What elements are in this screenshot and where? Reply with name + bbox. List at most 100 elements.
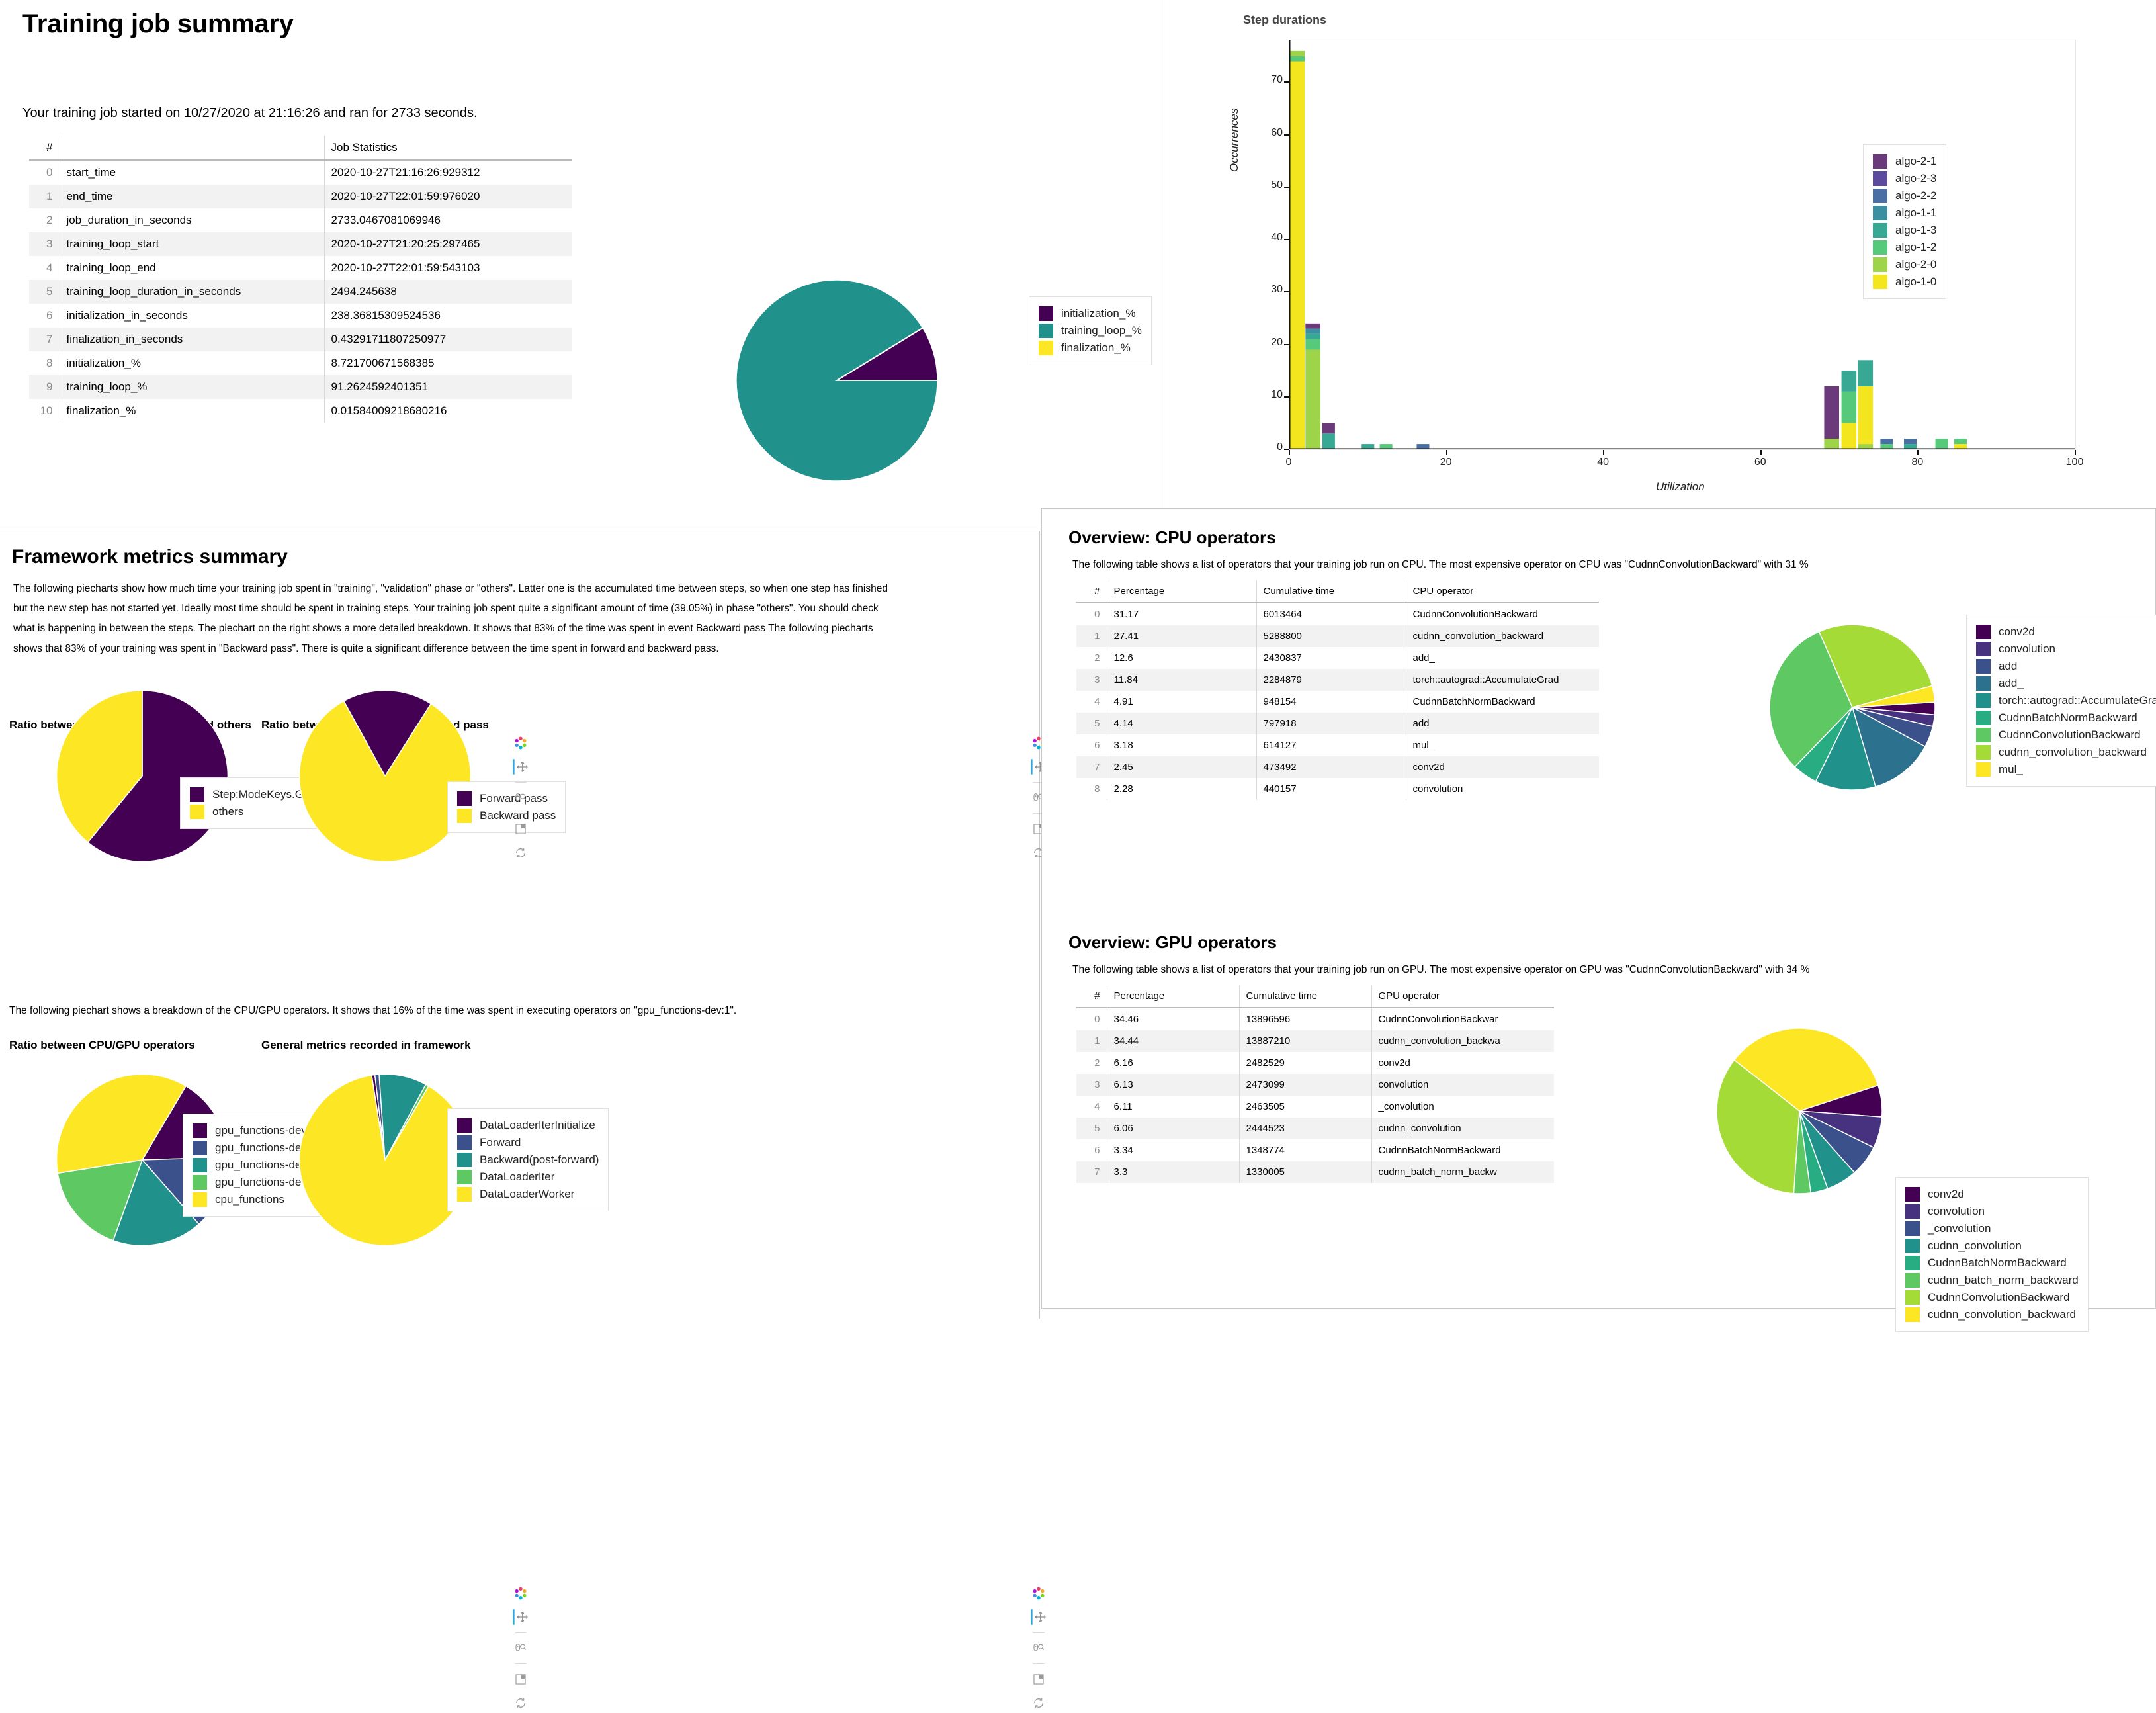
legend-item[interactable]: mul_ [1976, 762, 2156, 777]
histogram-bar-segment[interactable] [1322, 423, 1335, 434]
reset-icon[interactable] [513, 1695, 528, 1710]
save-icon[interactable] [513, 821, 528, 836]
histogram-bar-segment[interactable] [1824, 386, 1839, 439]
legend-item[interactable]: CudnnBatchNormBackward [1905, 1256, 2079, 1270]
histogram-bar-segment[interactable] [1305, 323, 1320, 329]
pan-icon[interactable] [1031, 1609, 1046, 1625]
reset-icon[interactable] [513, 845, 528, 860]
cell: cudnn_batch_norm_backw [1371, 1161, 1554, 1183]
cell: 31.17 [1113, 609, 1139, 620]
legend-item[interactable]: Forward pass [457, 791, 556, 806]
legend-item[interactable]: conv2d [1905, 1187, 2079, 1202]
legend-item[interactable]: algo-1-1 [1873, 206, 1936, 220]
histogram-bar-segment[interactable] [1841, 371, 1857, 392]
histogram-bar-segment[interactable] [1824, 439, 1839, 449]
cell: 34.44 [1113, 1035, 1139, 1047]
legend-item[interactable]: convolution [1976, 642, 2156, 656]
legend-item[interactable]: initialization_% [1039, 306, 1142, 321]
save-icon[interactable] [1031, 1671, 1046, 1687]
legend-item[interactable]: training_loop_% [1039, 324, 1142, 338]
histogram-bar-segment[interactable] [1305, 339, 1320, 350]
histogram-bar-segment[interactable] [1322, 433, 1335, 449]
legend-item[interactable]: add [1976, 659, 2156, 674]
legend-item[interactable]: CudnnConvolutionBackward [1976, 728, 2156, 742]
col-cumulative-time: Cumulative time [1256, 580, 1406, 603]
cpu-operators-piechart[interactable] [1763, 618, 1942, 797]
cell: start_time [66, 166, 116, 179]
cpu-operators-title: Overview: CPU operators [1068, 527, 1276, 547]
gpu-operators-piechart[interactable] [1710, 1022, 1889, 1200]
cell: 91.2624592401351 [323, 375, 572, 399]
table-row: 1 end_time 2020-10-27T22:01:59:976020 [29, 185, 572, 208]
histogram-bar-segment[interactable] [1858, 360, 1874, 386]
train-eval-piechart[interactable] [46, 680, 238, 872]
legend-color-swatch [1976, 693, 1991, 708]
legend-item[interactable]: DataLoaderIter [457, 1170, 599, 1184]
legend-item[interactable]: _convolution [1905, 1221, 2079, 1236]
x-tick-label: 20 [1440, 457, 1452, 468]
legend-item[interactable]: Forward [457, 1135, 599, 1150]
legend-item[interactable]: torch::autograd::AccumulateGrad [1976, 693, 2156, 708]
histogram-bar-segment[interactable] [1841, 423, 1857, 449]
histogram-bar-segment[interactable] [1880, 439, 1893, 445]
histogram-bar-segment[interactable] [1841, 391, 1857, 423]
bokeh-toolbar-cpugpu[interactable] [511, 1583, 531, 1713]
training-job-summary-panel: Training job summary Your training job s… [0, 0, 1164, 529]
histogram-bar-segment[interactable] [1935, 439, 1948, 449]
gpu-operators-paragraph: The following table shows a list of oper… [1072, 964, 1810, 975]
legend-label: DataLoaderIterInitialize [480, 1119, 595, 1131]
legend-item[interactable]: Backward pass [457, 809, 556, 823]
legend-item[interactable]: cudnn_convolution_backward [1905, 1307, 2079, 1322]
legend-item[interactable]: convolution [1905, 1204, 2079, 1219]
histogram-bar-segment[interactable] [1904, 439, 1917, 445]
legend-item[interactable]: cudnn_convolution_backward [1976, 745, 2156, 760]
histogram-bar-segment[interactable] [1289, 61, 1305, 449]
toolbar-separator [1033, 1663, 1045, 1664]
legend-item[interactable]: algo-2-1 [1873, 154, 1936, 169]
bokeh-toolbar-train-eval[interactable] [511, 733, 531, 863]
legend-item[interactable]: CudnnConvolutionBackward [1905, 1290, 2079, 1305]
legend-item[interactable]: Backward(post-forward) [457, 1153, 599, 1167]
histogram-bar-segment[interactable] [1289, 56, 1305, 62]
cell: initialization_in_seconds [66, 309, 188, 322]
legend-item[interactable]: algo-1-0 [1873, 275, 1936, 289]
col-index: # [1076, 580, 1107, 603]
job-phase-piechart[interactable] [721, 265, 953, 496]
legend-item[interactable]: conv2d [1976, 625, 2156, 639]
legend-item[interactable]: algo-1-2 [1873, 240, 1936, 255]
legend-item[interactable]: cudnn_batch_norm_backward [1905, 1273, 2079, 1288]
wheel-zoom-icon[interactable] [513, 790, 528, 805]
cell: job_duration_in_seconds [66, 214, 192, 226]
legend-item[interactable]: algo-2-0 [1873, 257, 1936, 272]
legend-item[interactable]: DataLoaderWorker [457, 1187, 599, 1202]
x-tick-label: 0 [1285, 457, 1292, 468]
y-tick-label: 20 [1271, 336, 1283, 348]
legend-item[interactable]: finalization_% [1039, 341, 1142, 355]
histogram-bar-segment[interactable] [1305, 333, 1320, 339]
pan-icon[interactable] [513, 1609, 528, 1625]
wheel-zoom-icon[interactable] [1031, 1640, 1046, 1655]
legend-item[interactable]: algo-2-2 [1873, 189, 1936, 203]
row-index: 1 [1076, 1030, 1107, 1052]
legend-item[interactable]: algo-1-3 [1873, 223, 1936, 238]
pan-icon[interactable] [513, 759, 528, 775]
bokeh-toolbar-general[interactable] [1029, 1583, 1049, 1713]
legend-item[interactable]: CudnnBatchNormBackward [1976, 711, 2156, 725]
legend-item[interactable]: DataLoaderIterInitialize [457, 1118, 599, 1133]
legend-item[interactable]: add_ [1976, 676, 2156, 691]
histogram-bar-segment[interactable] [1954, 439, 1967, 445]
plot-frame[interactable] [1289, 40, 2076, 450]
histogram-bar-segment[interactable] [1858, 386, 1874, 445]
table-row: 4 training_loop_end 2020-10-27T22:01:59:54… [29, 256, 572, 280]
row-index: 4 [29, 256, 60, 280]
legend-item[interactable]: algo-2-3 [1873, 171, 1936, 186]
reset-icon[interactable] [1031, 1695, 1046, 1710]
legend-item[interactable]: cudnn_convolution [1905, 1239, 2079, 1253]
histogram-bar-segment[interactable] [1289, 50, 1305, 56]
histogram-bar-segment[interactable] [1305, 349, 1320, 449]
histogram-bar-segment[interactable] [1305, 328, 1320, 334]
save-icon[interactable] [513, 1671, 528, 1687]
wheel-zoom-icon[interactable] [513, 1640, 528, 1655]
forward-backward-piechart[interactable] [289, 680, 481, 872]
legend-label: Forward [480, 1136, 521, 1149]
